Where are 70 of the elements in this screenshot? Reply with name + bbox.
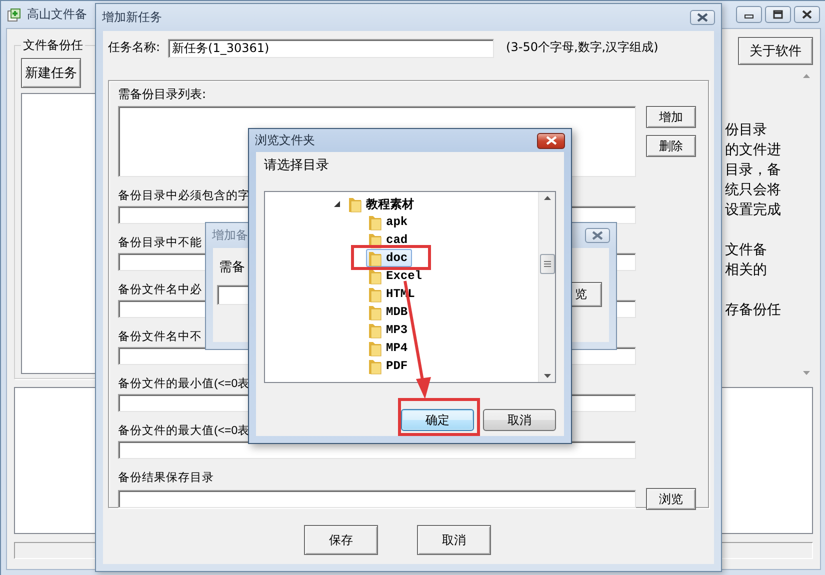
close-button[interactable] bbox=[537, 132, 565, 148]
task-name-field[interactable]: 新任务(1_30361) bbox=[168, 39, 494, 58]
close-button[interactable] bbox=[794, 6, 820, 23]
tree-item[interactable]: MP4 bbox=[366, 339, 412, 357]
tree-item[interactable]: apk bbox=[366, 213, 412, 231]
description-line: 设置完成 bbox=[725, 200, 782, 220]
new-task-button[interactable]: 新建任务 bbox=[21, 58, 81, 88]
grip-icon bbox=[544, 261, 551, 267]
field-label: 备份文件的最小值(<=0表 bbox=[118, 376, 250, 392]
folder-icon bbox=[368, 304, 382, 320]
hint-text: (3-50个字母,数字,汉字组成) bbox=[506, 39, 658, 55]
tree-item[interactable]: Excel bbox=[366, 267, 426, 285]
list-action-button[interactable]: 增加 bbox=[646, 106, 696, 128]
description-line: 相关的 bbox=[725, 260, 768, 280]
close-icon bbox=[546, 136, 556, 145]
field-label: 备份文件名中必 bbox=[118, 282, 202, 298]
folder-icon bbox=[368, 340, 382, 356]
dialog-button[interactable]: 取消 bbox=[417, 525, 491, 555]
group-label: 文件备份任 bbox=[22, 37, 84, 54]
scroll-thumb[interactable] bbox=[540, 254, 555, 274]
prompt-text: 请选择目录 bbox=[264, 158, 330, 174]
description-line: 份目录 bbox=[725, 120, 768, 140]
minimize-button[interactable] bbox=[736, 6, 762, 23]
tree-item[interactable]: PDF bbox=[366, 357, 412, 375]
app-icon bbox=[7, 8, 21, 22]
tree-item[interactable]: MDB bbox=[366, 303, 412, 321]
description-line: 文件备 bbox=[725, 240, 768, 260]
field-label: 备份文件名中不 bbox=[118, 330, 202, 345]
close-button[interactable] bbox=[690, 10, 715, 25]
description-line: 存备份任 bbox=[725, 300, 782, 320]
field-label: 任务名称: bbox=[108, 39, 160, 55]
tree-item[interactable]: MP3 bbox=[366, 321, 412, 339]
dialog-title: 增加新任务 bbox=[102, 9, 162, 26]
cancel-button[interactable]: 取消 bbox=[483, 409, 556, 431]
close-icon bbox=[801, 10, 813, 19]
field-label: 需备份目录列表: bbox=[118, 86, 206, 102]
field-label: 需备 bbox=[219, 259, 245, 276]
list-action-button[interactable]: 删除 bbox=[646, 135, 696, 157]
folder-icon bbox=[368, 322, 382, 338]
description-line: 统只会将 bbox=[725, 180, 782, 200]
input-field[interactable] bbox=[118, 441, 636, 459]
maximize-icon bbox=[772, 10, 784, 19]
dialog-button[interactable]: 保存 bbox=[304, 525, 378, 555]
dialog-title: 浏览文件夹 bbox=[255, 132, 315, 149]
scroll-up-icon[interactable] bbox=[544, 196, 550, 200]
folder-icon bbox=[348, 196, 362, 212]
close-icon bbox=[592, 231, 603, 240]
folder-icon bbox=[368, 268, 382, 284]
dialog-title: 增加备 bbox=[212, 227, 248, 244]
maximize-button[interactable] bbox=[765, 6, 791, 23]
field-label: 备份结果保存目录 bbox=[118, 470, 214, 486]
scroll-down-icon[interactable] bbox=[544, 374, 550, 378]
window-title: 高山文件备 bbox=[27, 6, 87, 23]
field-label: 备份文件的最大值(<=0表 bbox=[118, 424, 250, 439]
ok-button[interactable]: 确定 bbox=[401, 409, 474, 431]
close-icon bbox=[697, 13, 708, 22]
description-line: 的文件进 bbox=[725, 140, 782, 160]
expander-icon[interactable] bbox=[333, 200, 341, 208]
field-label: 备份目录中不能 bbox=[118, 236, 202, 251]
tree-item[interactable]: 教程素材 bbox=[346, 195, 418, 213]
folder-icon bbox=[368, 250, 382, 266]
tree-item[interactable]: cad bbox=[366, 231, 412, 249]
folder-icon bbox=[368, 214, 382, 230]
tree-item[interactable]: doc bbox=[366, 249, 412, 267]
browse-button[interactable]: 浏览 bbox=[646, 488, 696, 510]
folder-icon bbox=[368, 358, 382, 374]
input-field[interactable] bbox=[118, 490, 636, 508]
about-button[interactable]: 关于软件 bbox=[738, 37, 813, 65]
description-line: 目录，备 bbox=[725, 160, 782, 180]
folder-icon bbox=[368, 286, 382, 302]
